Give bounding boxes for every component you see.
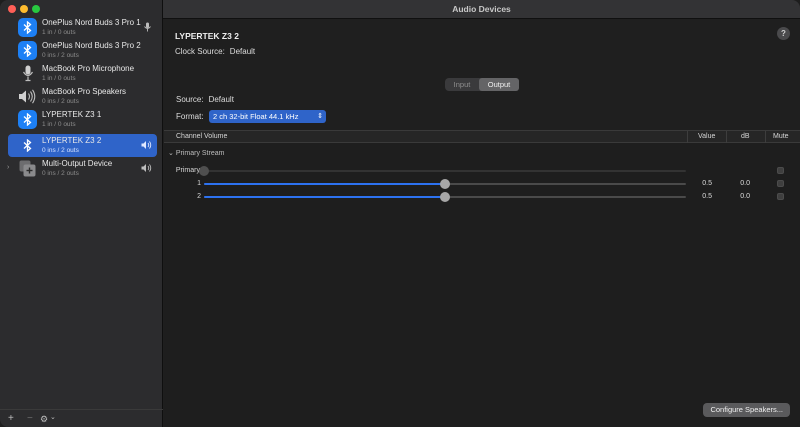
tab-input[interactable]: Input [445, 78, 479, 91]
minimize-button[interactable] [20, 5, 28, 13]
zoom-button[interactable] [32, 5, 40, 13]
bluetooth-icon [18, 110, 37, 129]
bluetooth-icon [18, 41, 37, 60]
device-item-multi-output[interactable]: › Multi-Output Device 0 ins / 2 outs [7, 157, 157, 180]
channel-volume-table: Channel Volume Value dB Mute ⌄ Primary S… [164, 130, 800, 427]
input-output-segmented-control: Input Output [445, 78, 519, 91]
chevron-down-icon[interactable]: ⌄ [50, 413, 56, 421]
device-io: 1 in / 0 outs [42, 29, 76, 36]
column-divider [765, 131, 766, 143]
source-label: Source: [176, 95, 204, 104]
clock-source: Clock Source: Default [175, 47, 255, 56]
device-sidebar: OnePlus Nord Buds 3 Pro 1 1 in / 0 outs … [0, 0, 163, 427]
device-name: MacBook Pro Microphone [42, 64, 135, 73]
device-io: 0 ins / 2 outs [42, 147, 79, 154]
gear-icon[interactable]: ⚙ [40, 414, 48, 425]
volume-slider-channel-2[interactable] [204, 192, 686, 202]
device-item-lypertek-2[interactable]: LYPERTEK Z3 2 0 ins / 2 outs [8, 134, 157, 157]
bluetooth-icon [18, 18, 37, 37]
remove-device-button[interactable]: − [27, 413, 33, 424]
device-name: OnePlus Nord Buds 3 Pro 2 [42, 41, 141, 50]
source-value: Default [208, 95, 234, 104]
speaker-output-icon [141, 163, 152, 173]
sidebar-toolbar: + − ⚙ ⌄ [0, 409, 163, 427]
slider-knob[interactable] [440, 192, 450, 202]
microphone-icon [18, 64, 37, 83]
volume-slider-primary [199, 166, 686, 176]
slider-knob [199, 166, 209, 176]
device-detail-panel: LYPERTEK Z3 2 Clock Source: Default ? Inp… [164, 20, 800, 427]
slider-fill [204, 183, 445, 185]
column-header-mute: Mute [773, 133, 789, 140]
window-title: Audio Devices [452, 4, 511, 14]
device-name: LYPERTEK Z3 1 [42, 110, 102, 119]
slider-knob[interactable] [440, 179, 450, 189]
primary-stream-group[interactable]: ⌄ Primary Stream [168, 149, 224, 157]
column-header-channel-volume: Channel Volume [176, 133, 228, 140]
device-name: LYPERTEK Z3 2 [42, 136, 102, 145]
device-name: MacBook Pro Speakers [42, 87, 127, 96]
column-divider [726, 131, 727, 143]
format-value: 2 ch 32-bit Float 44.1 kHz [213, 112, 299, 121]
add-device-button[interactable]: + [8, 413, 14, 424]
source: Source: Default [176, 95, 234, 104]
table-header: Channel Volume Value dB Mute [164, 130, 800, 143]
device-io: 1 in / 0 outs [42, 121, 76, 128]
channel-db: 0.0 [740, 193, 750, 200]
volume-slider-channel-1[interactable] [204, 179, 686, 189]
format-label: Format: [176, 112, 204, 121]
device-item-macbook-microphone[interactable]: MacBook Pro Microphone 1 in / 0 outs [8, 62, 157, 85]
expand-chevron-icon[interactable]: › [7, 164, 9, 171]
mute-checkbox-primary[interactable] [777, 167, 784, 174]
channel-db: 0.0 [740, 180, 750, 187]
help-button[interactable]: ? [777, 27, 790, 40]
device-item-oneplus-2[interactable]: OnePlus Nord Buds 3 Pro 2 0 ins / 2 outs [8, 39, 157, 62]
up-down-chevron-icon: ⇕ [317, 113, 323, 120]
device-item-oneplus-1[interactable]: OnePlus Nord Buds 3 Pro 1 1 in / 0 outs [8, 16, 157, 39]
configure-speakers-button[interactable]: Configure Speakers... [703, 403, 790, 417]
device-io: 1 in / 0 outs [42, 75, 76, 82]
mute-checkbox-channel-2[interactable] [777, 193, 784, 200]
format-select[interactable]: 2 ch 32-bit Float 44.1 kHz ⇕ [209, 110, 326, 123]
mute-checkbox-channel-1[interactable] [777, 180, 784, 187]
device-io: 0 ins / 2 outs [42, 52, 79, 59]
slider-fill [204, 196, 445, 198]
channel-value: 0.5 [702, 180, 712, 187]
clock-source-value[interactable]: Default [230, 47, 255, 56]
channel-label: Primary [175, 167, 200, 174]
speaker-output-icon [141, 140, 152, 150]
title-bar: Audio Devices [163, 0, 800, 19]
device-name: Multi-Output Device [42, 159, 113, 168]
device-io: 0 ins / 2 outs [42, 170, 79, 177]
multi-output-icon [18, 159, 37, 178]
device-name: OnePlus Nord Buds 3 Pro 1 [42, 18, 141, 27]
audio-devices-window: OnePlus Nord Buds 3 Pro 1 1 in / 0 outs … [0, 0, 800, 427]
stream-label: Primary Stream [175, 150, 225, 157]
close-button[interactable] [8, 5, 16, 13]
device-item-lypertek-1[interactable]: LYPERTEK Z3 1 1 in / 0 outs [8, 108, 157, 131]
speaker-icon [18, 87, 37, 106]
disclosure-chevron-icon: ⌄ [168, 150, 174, 157]
tab-output[interactable]: Output [479, 78, 519, 91]
column-divider [687, 131, 688, 143]
column-header-db: dB [741, 133, 750, 140]
channel-value: 0.5 [702, 193, 712, 200]
device-io: 0 ins / 2 outs [42, 98, 79, 105]
bluetooth-icon [18, 136, 37, 155]
clock-source-label: Clock Source: [175, 47, 225, 56]
channel-label: 1 [197, 180, 201, 187]
device-title: LYPERTEK Z3 2 [175, 31, 239, 41]
channel-label: 2 [197, 193, 201, 200]
device-item-macbook-speakers[interactable]: MacBook Pro Speakers 0 ins / 2 outs [8, 85, 157, 108]
microphone-icon [143, 22, 152, 32]
column-header-value: Value [698, 133, 716, 140]
